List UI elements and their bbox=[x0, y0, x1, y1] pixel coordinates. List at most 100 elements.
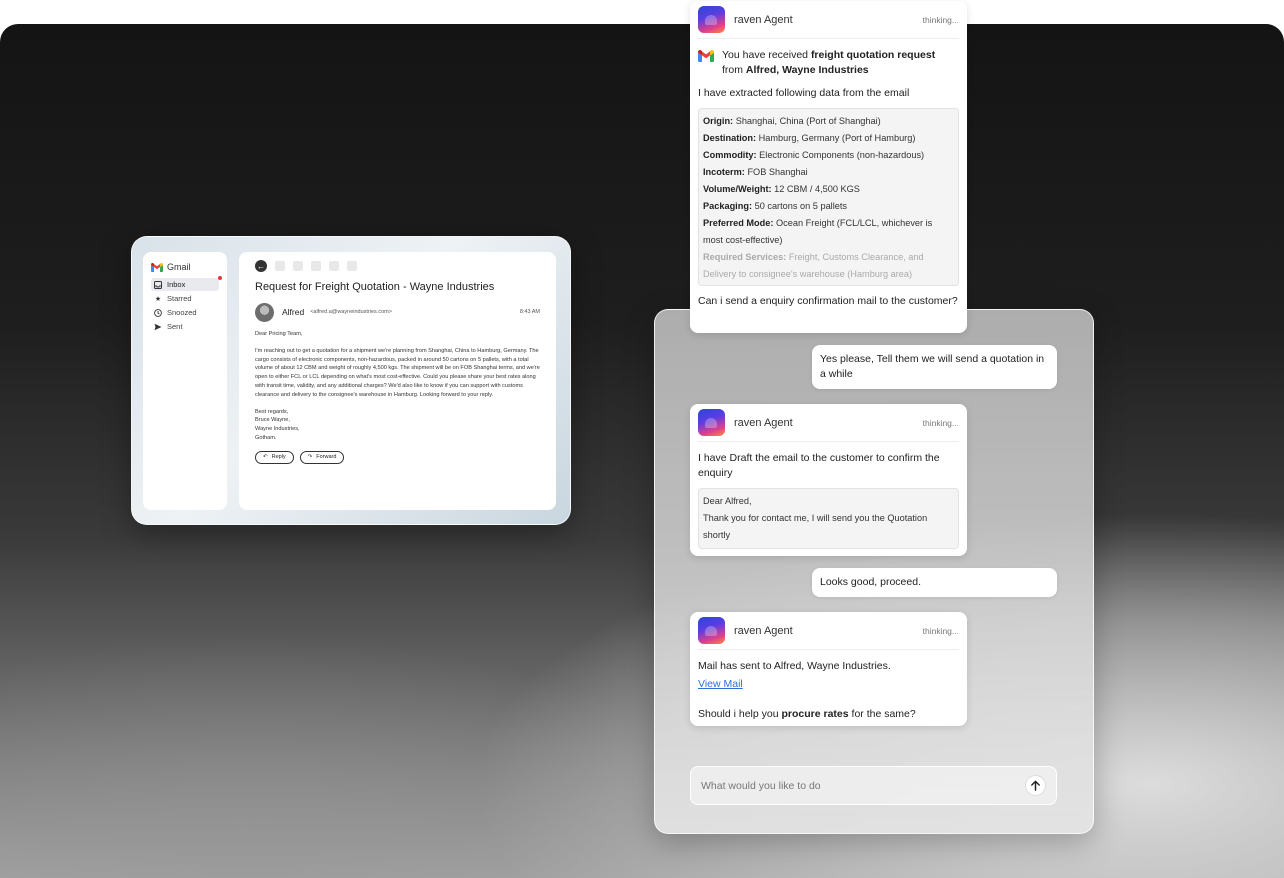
send-button[interactable] bbox=[1025, 775, 1046, 796]
agent-header: raven Agent thinking... bbox=[698, 1, 959, 39]
email-subject: Request for Freight Quotation - Wayne In… bbox=[255, 281, 495, 293]
signature-line: Best regards, bbox=[255, 408, 289, 415]
sender-email: <alfred.a@wayneindustries.com> bbox=[310, 309, 392, 315]
agent-name: raven Agent bbox=[734, 416, 793, 429]
field-label: Destination: bbox=[703, 133, 757, 143]
field-row: Preferred Mode: Ocean Freight (FCL/LCL, … bbox=[703, 215, 954, 249]
email-actions: ↶ Reply ↷ Forward bbox=[255, 450, 540, 464]
extracted-data-box: Origin: Shanghai, China (Port of Shangha… bbox=[698, 108, 959, 286]
sidebar-item-label: Starred bbox=[167, 294, 192, 303]
gmail-sidebar: Gmail Inbox ★ Starred Snoozed Sent bbox=[143, 252, 227, 510]
signature-line: Bruce Wayne, bbox=[255, 417, 290, 424]
agent-text: I have Draft the email to the customer t… bbox=[698, 452, 940, 479]
gmail-brand: Gmail bbox=[151, 262, 219, 272]
user-message: Looks good, proceed. bbox=[812, 568, 1057, 597]
field-label: Packaging: bbox=[703, 201, 753, 211]
view-mail-link[interactable]: View Mail bbox=[698, 678, 743, 690]
field-label: Commodity: bbox=[703, 150, 757, 160]
agent-avatar bbox=[698, 6, 725, 33]
sidebar-item-label: Inbox bbox=[167, 280, 186, 289]
forward-button-label: Forward bbox=[316, 454, 337, 461]
intro-from: from bbox=[722, 64, 746, 76]
agent-name: raven Agent bbox=[734, 13, 793, 26]
field-value: Shanghai, China (Port of Shanghai) bbox=[735, 116, 881, 126]
signature-line: Gotham. bbox=[255, 434, 277, 441]
signature-line: Wayne Industries, bbox=[255, 426, 300, 433]
field-row: Commodity: Electronic Components (non-ha… bbox=[703, 147, 954, 164]
question-prefix: Should i help you bbox=[698, 708, 782, 720]
back-arrow-icon[interactable]: ← bbox=[255, 260, 267, 272]
question-bold: procure rates bbox=[781, 708, 849, 720]
field-row: Volume/Weight: 12 CBM / 4,500 KGS bbox=[703, 181, 954, 198]
gmail-brand-label: Gmail bbox=[167, 262, 191, 272]
email-greeting: Dear Pricing Team, bbox=[255, 331, 303, 337]
sidebar-item-inbox[interactable]: Inbox bbox=[151, 276, 222, 291]
send-icon bbox=[154, 323, 162, 331]
sender-name: Alfred bbox=[282, 307, 305, 317]
agent-message-card: raven Agent thinking... I have Draft the… bbox=[690, 404, 967, 556]
unread-dot bbox=[218, 276, 222, 280]
email-body: Dear Pricing Team, I'm reaching out to g… bbox=[255, 330, 540, 443]
arrow-up-icon bbox=[1031, 780, 1040, 791]
agent-status: thinking... bbox=[922, 14, 959, 25]
draft-line: Thank you for contact me, I will send yo… bbox=[703, 513, 928, 540]
agent-intro: You have received freight quotation requ… bbox=[698, 48, 959, 78]
delete-icon[interactable] bbox=[311, 261, 321, 271]
question-suffix: for the same? bbox=[848, 708, 916, 720]
agent-header: raven Agent thinking... bbox=[698, 612, 959, 650]
agent-status: thinking... bbox=[922, 625, 959, 636]
report-icon[interactable] bbox=[293, 261, 303, 271]
mark-unread-icon[interactable] bbox=[329, 261, 339, 271]
intro-from-bold: Alfred, Wayne Industries bbox=[745, 64, 869, 76]
sidebar-item-snoozed[interactable]: Snoozed bbox=[151, 306, 219, 319]
field-value: FOB Shanghai bbox=[747, 167, 808, 177]
field-row: Packaging: 50 cartons on 5 pallets bbox=[703, 198, 954, 215]
agent-message-card: raven Agent thinking... Mail has sent to… bbox=[690, 612, 967, 726]
chat-input[interactable] bbox=[701, 779, 1025, 792]
field-value: Electronic Components (non-hazardous) bbox=[759, 150, 925, 160]
field-row: Destination: Hamburg, Germany (Port of H… bbox=[703, 130, 954, 147]
reply-button[interactable]: ↶ Reply bbox=[255, 450, 294, 464]
field-row: Incoterm: FOB Shanghai bbox=[703, 164, 954, 181]
field-row: Required Services: Freight, Customs Clea… bbox=[703, 249, 954, 283]
field-label: Incoterm: bbox=[703, 167, 745, 177]
sender-avatar bbox=[255, 302, 274, 322]
agent-avatar bbox=[698, 617, 725, 644]
agent-question: Should i help you procure rates for the … bbox=[698, 707, 959, 722]
agent-text: Mail has sent to Alfred, Wayne Industrie… bbox=[698, 660, 891, 672]
intro-prefix: You have received bbox=[722, 49, 811, 61]
extracted-text: I have extracted following data from the… bbox=[698, 87, 910, 99]
chat-input-bar bbox=[690, 766, 1057, 805]
gmail-message-view: ← Request for Freight Quotation - Wayne … bbox=[239, 252, 556, 510]
email-time: 8:43 AM bbox=[519, 309, 540, 315]
field-row: Origin: Shanghai, China (Port of Shangha… bbox=[703, 113, 954, 130]
star-icon: ★ bbox=[154, 295, 162, 303]
sidebar-item-sent[interactable]: Sent bbox=[151, 320, 219, 333]
field-label: Origin: bbox=[703, 116, 734, 126]
forward-button[interactable]: ↷ Forward bbox=[299, 450, 345, 464]
agent-avatar bbox=[698, 409, 725, 436]
snooze-icon[interactable] bbox=[347, 261, 357, 271]
field-value: 50 cartons on 5 pallets bbox=[754, 201, 848, 211]
agent-message-card: raven Agent thinking... You have receive… bbox=[690, 1, 967, 333]
gmail-logo-icon bbox=[698, 50, 714, 62]
reply-icon: ↶ bbox=[263, 454, 268, 461]
field-value: 12 CBM / 4,500 KGS bbox=[774, 184, 860, 194]
inbox-icon bbox=[154, 280, 162, 289]
clock-icon bbox=[154, 308, 162, 317]
sidebar-item-label: Snoozed bbox=[167, 308, 197, 317]
field-label: Volume/Weight: bbox=[703, 184, 772, 194]
reply-button-label: Reply bbox=[271, 454, 286, 461]
intro-text: You have received freight quotation requ… bbox=[722, 48, 935, 78]
agent-status: thinking... bbox=[922, 417, 959, 428]
draft-line: Dear Alfred, bbox=[703, 496, 752, 506]
field-label: Preferred Mode: bbox=[703, 218, 774, 228]
email-sender-row: Alfred <alfred.a@wayneindustries.com> 8:… bbox=[255, 302, 540, 322]
gmail-window: Gmail Inbox ★ Starred Snoozed Sent ← Req… bbox=[131, 236, 571, 525]
forward-icon: ↷ bbox=[307, 454, 313, 461]
agent-name: raven Agent bbox=[734, 624, 793, 637]
archive-icon[interactable] bbox=[275, 261, 285, 271]
sidebar-item-starred[interactable]: ★ Starred bbox=[151, 292, 219, 305]
sidebar-item-label: Sent bbox=[167, 322, 183, 331]
email-paragraph: I'm reaching out to get a quotation for … bbox=[255, 347, 540, 398]
